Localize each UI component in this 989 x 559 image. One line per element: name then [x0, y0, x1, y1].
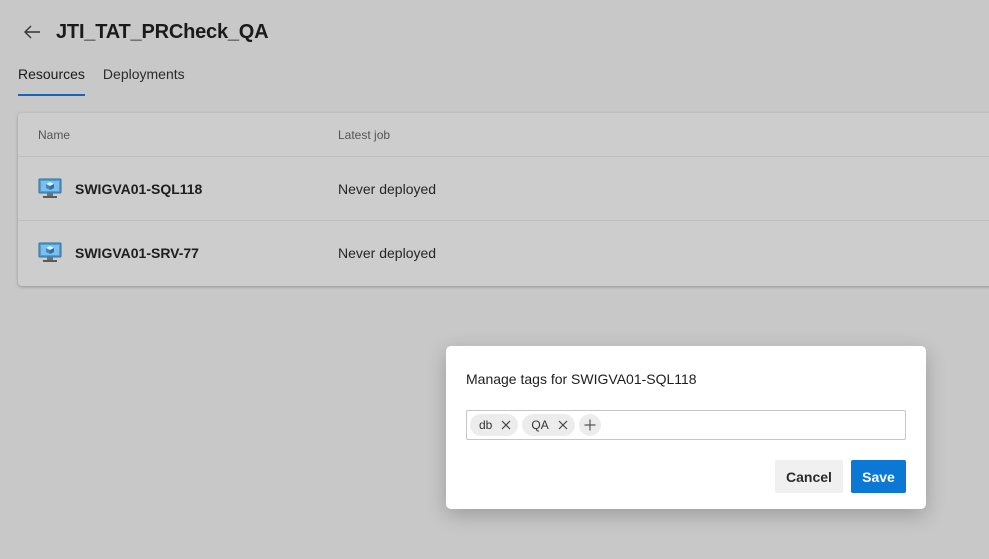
tag-chip: QA: [522, 414, 575, 436]
resource-name: SWIGVA01-SQL118: [75, 180, 203, 197]
table-row[interactable]: SWIGVA01-SRV-77 Never deployed: [18, 221, 989, 285]
header: JTI_TAT_PRCheck_QA: [18, 18, 269, 46]
tab-deployments[interactable]: Deployments: [103, 66, 185, 96]
remove-tag-button[interactable]: [498, 417, 514, 433]
virtual-machine-icon: [38, 178, 62, 198]
dialog-title: Manage tags for SWIGVA01-SQL118: [466, 371, 697, 387]
arrow-left-icon: [24, 25, 40, 39]
page-title: JTI_TAT_PRCheck_QA: [56, 20, 269, 43]
resource-name-cell: SWIGVA01-SQL118: [38, 178, 202, 200]
latest-job-cell: Never deployed: [338, 245, 437, 261]
column-header-latest-job: Latest job: [338, 127, 391, 142]
save-button[interactable]: Save: [851, 460, 906, 493]
latest-job-cell: Never deployed: [338, 180, 437, 197]
manage-tags-dialog: Manage tags for SWIGVA01-SQL118 db QA Ca…: [446, 346, 926, 509]
plus-icon: [584, 419, 596, 431]
tag-input[interactable]: db QA: [466, 410, 906, 440]
back-button[interactable]: [18, 18, 46, 46]
tab-resources[interactable]: Resources: [18, 66, 85, 96]
table-row[interactable]: SWIGVA01-SQL118 Never deployed: [18, 157, 989, 221]
add-tag-button[interactable]: [578, 414, 601, 436]
virtual-machine-icon: [38, 242, 62, 262]
tag-label: QA: [531, 418, 549, 432]
page: JTI_TAT_PRCheck_QA Resources Deployments…: [0, 0, 989, 559]
remove-tag-button[interactable]: [555, 417, 571, 433]
table-header: Name Latest job: [18, 113, 989, 157]
close-icon: [558, 420, 568, 430]
cancel-button[interactable]: Cancel: [775, 460, 843, 493]
tab-bar: Resources Deployments: [18, 66, 185, 96]
resource-name-cell: SWIGVA01-SRV-77: [38, 242, 199, 264]
resource-name: SWIGVA01-SRV-77: [75, 245, 199, 261]
tag-chip: db: [470, 414, 519, 436]
resources-table: Name Latest job SWIGVA01-SQL118 Never de…: [18, 113, 989, 286]
tag-label: db: [479, 418, 493, 432]
close-icon: [501, 420, 511, 430]
column-header-name: Name: [38, 127, 71, 142]
